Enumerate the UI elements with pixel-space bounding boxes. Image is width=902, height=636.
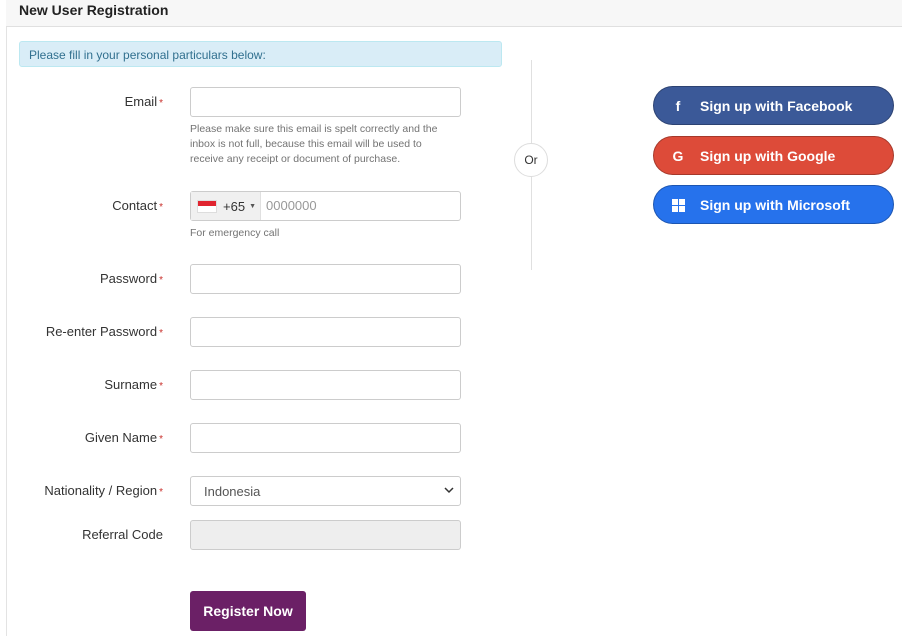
google-signup-label: Sign up with Google xyxy=(700,148,836,164)
page-header: New User Registration xyxy=(6,0,902,27)
facebook-signup-label: Sign up with Facebook xyxy=(700,98,853,114)
country-code-dropdown[interactable]: +65 ▼ xyxy=(191,192,261,220)
phone-number-input[interactable]: 0000000 xyxy=(266,198,317,213)
password-field[interactable] xyxy=(190,264,461,294)
singapore-flag-icon xyxy=(197,199,217,213)
chevron-down-icon xyxy=(444,487,454,494)
required-marker: * xyxy=(159,275,163,286)
contact-help-text: For emergency call xyxy=(190,227,280,239)
required-marker: * xyxy=(159,202,163,213)
microsoft-signup-label: Sign up with Microsoft xyxy=(700,197,851,213)
password-label: Password * xyxy=(100,271,163,286)
required-marker: * xyxy=(159,328,163,339)
caret-down-icon: ▼ xyxy=(249,202,256,210)
register-now-button[interactable]: Register Now xyxy=(190,591,306,631)
reenter-password-label: Re-enter Password * xyxy=(45,324,163,339)
given-name-label: Given Name * xyxy=(84,430,163,445)
contact-field: +65 ▼ 0000000 xyxy=(190,191,461,221)
reenter-password-field[interactable] xyxy=(190,317,461,347)
required-marker: * xyxy=(159,434,163,445)
required-marker: * xyxy=(159,381,163,392)
given-name-field[interactable] xyxy=(190,423,461,453)
microsoft-icon xyxy=(670,197,686,213)
nationality-label: Nationality / Region * xyxy=(44,483,163,498)
nationality-selected-value: Indonesia xyxy=(204,484,261,499)
facebook-icon: f xyxy=(675,98,681,114)
google-signup-button[interactable]: G Sign up with Google xyxy=(653,136,894,175)
email-field[interactable] xyxy=(190,87,461,117)
dial-code: +65 xyxy=(223,198,246,214)
required-marker: * xyxy=(159,98,163,109)
required-marker: * xyxy=(159,487,163,498)
referral-code-label: Referral Code xyxy=(82,527,163,542)
info-alert: Please fill in your personal particulars… xyxy=(19,41,502,67)
surname-label: Surname * xyxy=(104,377,163,392)
or-divider-badge: Or xyxy=(514,143,548,177)
google-icon: G xyxy=(672,148,684,164)
facebook-signup-button[interactable]: f Sign up with Facebook xyxy=(653,86,894,125)
page-title: New User Registration xyxy=(19,2,169,18)
email-help-text: Please make sure this email is spelt cor… xyxy=(190,123,438,165)
contact-label: Contact * xyxy=(112,198,163,213)
referral-code-field xyxy=(190,520,461,550)
surname-field[interactable] xyxy=(190,370,461,400)
microsoft-signup-button[interactable]: Sign up with Microsoft xyxy=(653,185,894,224)
email-label: Email * xyxy=(124,94,163,109)
nationality-select[interactable]: Indonesia xyxy=(190,476,461,506)
